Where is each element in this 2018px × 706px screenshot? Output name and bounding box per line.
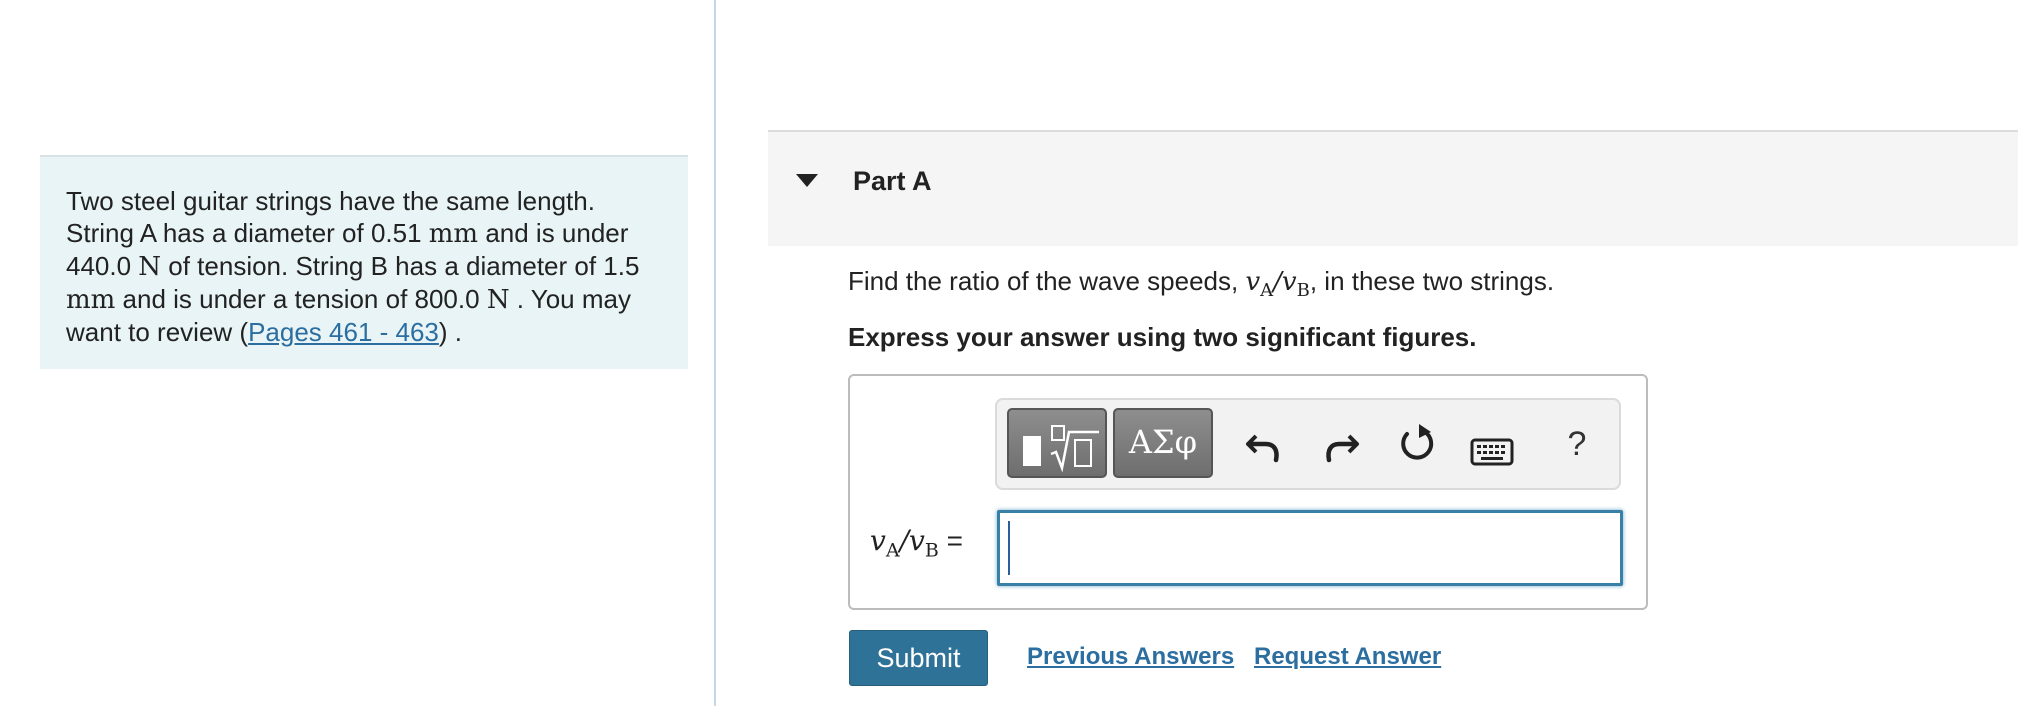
math-toolbar: ΑΣφ ? (995, 398, 1621, 490)
radical-icon (1050, 425, 1099, 472)
problem-text-4: and is under a tension of 800.0 (115, 284, 487, 314)
answer-input[interactable] (997, 510, 1623, 586)
question-text: Find the ratio of the wave speeds, vA/vB… (848, 266, 1554, 301)
triangle-down-icon[interactable] (796, 174, 818, 187)
unit-mm-1: mm (428, 219, 479, 249)
problem-statement: Two steel guitar strings have the same l… (40, 155, 688, 369)
part-a-header[interactable]: Part A (768, 130, 2018, 246)
answer-box: ΑΣφ ? vA/vB = (848, 374, 1648, 610)
help-button[interactable]: ? (1555, 422, 1599, 466)
instruction-text: Express your answer using two significan… (848, 322, 1477, 352)
unit-n-1: N (138, 252, 162, 282)
unit-n-2: N (486, 285, 510, 315)
templates-button[interactable] (1007, 408, 1107, 478)
redo-icon[interactable] (1319, 422, 1363, 466)
question-math: vA/vB (1245, 267, 1310, 302)
question-prefix: Find the ratio of the wave speeds, (848, 266, 1246, 296)
problem-text-3: of tension. String B has a diameter of 1… (161, 251, 640, 281)
keyboard-icon[interactable] (1470, 430, 1514, 474)
request-answer-link[interactable]: Request Answer (1254, 643, 1441, 671)
part-title: Part A (853, 166, 932, 196)
templates-icon (1023, 436, 1041, 466)
problem-text-6: ) . (438, 317, 462, 347)
undo-icon[interactable] (1242, 422, 1286, 466)
reset-icon[interactable] (1395, 422, 1439, 466)
answer-label: vA/vB = (870, 524, 963, 562)
submit-button[interactable]: Submit (849, 630, 988, 686)
pages-review-link[interactable]: Pages 461 - 463 (248, 317, 439, 347)
column-divider (714, 0, 716, 706)
greek-symbols-button[interactable]: ΑΣφ (1113, 408, 1213, 478)
unit-mm-2: mm (66, 285, 116, 315)
page: Two steel guitar strings have the same l… (0, 0, 2018, 706)
question-suffix: , in these two strings. (1309, 266, 1555, 296)
text-cursor (1008, 521, 1010, 575)
previous-answers-link[interactable]: Previous Answers (1027, 643, 1234, 671)
